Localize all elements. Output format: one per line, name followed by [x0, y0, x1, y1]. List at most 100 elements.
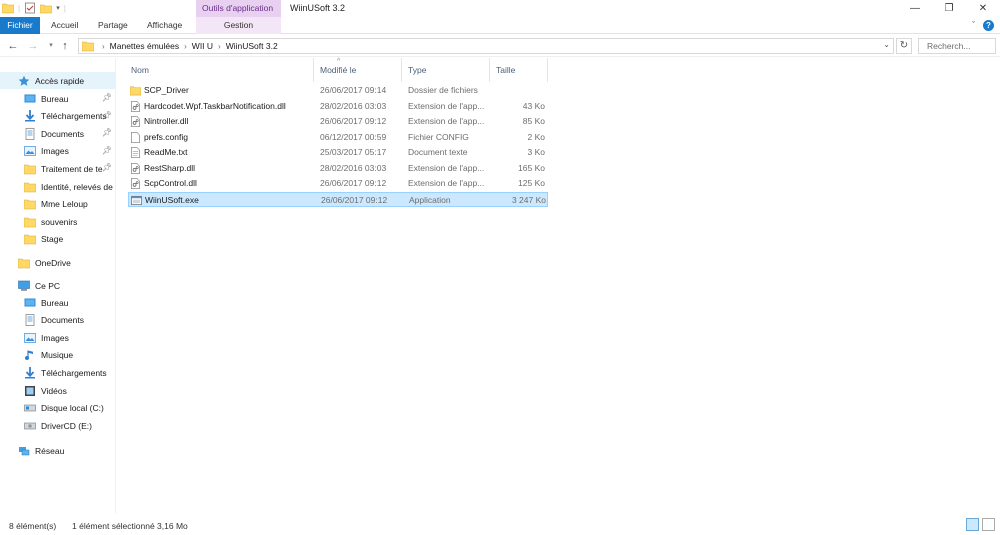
- sidebar-item-label: Identité, relevés de: [41, 181, 113, 192]
- address-dropdown-icon[interactable]: ⌄: [883, 40, 890, 49]
- table-row[interactable]: RestSharp.dll 28/02/2016 03:03 Extension d…: [128, 161, 548, 176]
- pin-icon[interactable]: 📌︎: [102, 111, 112, 120]
- column-header-size[interactable]: Taille: [490, 58, 548, 82]
- file-type: Extension de l'app...: [408, 178, 485, 188]
- breadcrumb-item[interactable]: WII U: [192, 41, 213, 51]
- file-size: 3 Ko: [527, 147, 546, 157]
- sidebar-item-quick-4[interactable]: Images 📌︎: [0, 143, 116, 160]
- file-type: Extension de l'app...: [408, 162, 485, 173]
- pin-icon[interactable]: 📌︎: [102, 163, 112, 172]
- sidebar-item-pc-7[interactable]: Disque local (C:): [0, 400, 116, 417]
- network-icon: [19, 446, 30, 455]
- properties-icon[interactable]: [24, 2, 36, 14]
- breadcrumb-separator: ›: [218, 41, 221, 51]
- refresh-icon[interactable]: ↻: [896, 38, 912, 54]
- sidebar-item-pc-3[interactable]: Images: [0, 329, 116, 346]
- star-icon: [18, 75, 30, 86]
- sidebar-item-pc-1[interactable]: Bureau: [0, 294, 116, 311]
- large-icons-view-icon[interactable]: [982, 518, 995, 531]
- minimize-button[interactable]: —: [898, 0, 932, 17]
- sidebar-item-quick-9[interactable]: Stage: [0, 231, 116, 248]
- tab-gestion[interactable]: Gestion: [196, 17, 281, 34]
- sidebar-item-quick-1[interactable]: Bureau 📌︎: [0, 90, 116, 107]
- dll-icon: [131, 100, 140, 112]
- search-input[interactable]: Recherch...: [918, 38, 996, 54]
- file-modified: 26/06/2017 09:12: [320, 178, 387, 188]
- forward-arrow-icon[interactable]: →: [26, 39, 40, 53]
- folder-icon: [18, 258, 30, 268]
- address-bar[interactable]: › Manettes émulées › WII U › WiinUSoft 3…: [78, 38, 894, 54]
- file-type: Dossier de fichiers: [408, 85, 478, 95]
- images-icon: [24, 146, 36, 157]
- file-modified: 26/06/2017 09:12: [321, 194, 388, 205]
- file-type: Extension de l'app...: [408, 116, 485, 126]
- breadcrumb-item[interactable]: WiinUSoft 3.2: [226, 41, 278, 51]
- tab-affichage[interactable]: Affichage: [147, 17, 182, 34]
- file-modified: 28/02/2016 03:03: [320, 162, 387, 173]
- maximize-button[interactable]: ❐: [932, 0, 966, 17]
- tab-partage[interactable]: Partage: [98, 17, 128, 34]
- table-row[interactable]: ReadMe.txt 25/03/2017 05:17 Document texte…: [128, 145, 548, 160]
- recent-locations-chevron-icon[interactable]: ▾: [44, 39, 58, 53]
- sidebar-item-pc-6[interactable]: Vidéos: [0, 382, 116, 399]
- back-arrow-icon[interactable]: ←: [6, 39, 20, 53]
- up-arrow-icon[interactable]: ↑: [58, 39, 72, 53]
- file-size: 2 Ko: [527, 131, 546, 142]
- column-header-modified[interactable]: Modifié le: [314, 58, 402, 82]
- tab-accueil[interactable]: Accueil: [51, 17, 78, 34]
- file-modified: 28/02/2016 03:03: [320, 100, 387, 111]
- folder-icon: [82, 41, 94, 51]
- sidebar-item-label: Musique: [41, 350, 74, 361]
- file-name: RestSharp.dll: [144, 162, 196, 173]
- sidebar-item-network[interactable]: Réseau: [0, 442, 116, 459]
- table-row[interactable]: prefs.config 06/12/2017 00:59 Fichier CONF…: [128, 130, 548, 145]
- pin-icon[interactable]: 📌︎: [102, 146, 112, 155]
- sidebar-item-label: OneDrive: [35, 257, 71, 268]
- sidebar-item-quick-8[interactable]: souvenirs: [0, 213, 116, 230]
- sidebar-item-quick-2[interactable]: Téléchargements 📌︎: [0, 108, 116, 125]
- column-header-name[interactable]: Nom: [125, 58, 314, 82]
- cd-drive-icon: [24, 422, 36, 429]
- table-row[interactable]: ScpControl.dll 26/06/2017 09:12 Extension …: [128, 176, 548, 191]
- details-view-icon[interactable]: [966, 518, 979, 531]
- sidebar-item-quick-3[interactable]: Documents 📌︎: [0, 125, 116, 142]
- breadcrumb-item[interactable]: Manettes émulées: [110, 41, 179, 51]
- images-icon: [24, 332, 36, 343]
- sidebar-item-label: Mme Leloup: [41, 199, 88, 210]
- folder-icon: [24, 234, 36, 245]
- table-row[interactable]: WiinUSoft.exe 26/06/2017 09:12 Application…: [128, 191, 548, 207]
- file-name: Hardcodet.Wpf.TaskbarNotification.dll: [144, 100, 286, 111]
- separator: |: [63, 3, 66, 13]
- file-name: Nintroller.dll: [144, 116, 189, 126]
- sidebar-item-this-pc[interactable]: Ce PC: [0, 277, 116, 294]
- close-button[interactable]: ✕: [966, 0, 1000, 17]
- sidebar-item-pc-8[interactable]: DriverCD (E:): [0, 417, 116, 434]
- column-header-type[interactable]: Type: [402, 58, 490, 82]
- pin-icon[interactable]: 📌︎: [102, 128, 112, 137]
- file-name: WiinUSoft.exe: [145, 194, 199, 205]
- file-type: Fichier CONFIG: [408, 131, 469, 142]
- help-icon[interactable]: ?: [983, 20, 994, 31]
- sidebar-item-quick-5[interactable]: Traitement de te 📌︎: [0, 160, 116, 177]
- sidebar-item-quick-access[interactable]: Accès rapide: [0, 72, 116, 89]
- dll-icon: [131, 162, 140, 174]
- sidebar-item-label: Disque local (C:): [41, 403, 104, 414]
- pin-icon[interactable]: 📌︎: [102, 93, 112, 102]
- expand-ribbon-icon[interactable]: ˇ: [972, 20, 975, 31]
- tab-fichier[interactable]: Fichier: [0, 17, 40, 34]
- file-icon: [131, 131, 140, 143]
- sidebar-item-pc-2[interactable]: Documents: [0, 312, 116, 329]
- table-row[interactable]: Nintroller.dll 26/06/2017 09:12 Extension …: [128, 114, 548, 129]
- table-row[interactable]: SCP_Driver 26/06/2017 09:14 Dossier de fic…: [128, 83, 548, 98]
- sidebar-item-label: DriverCD (E:): [41, 420, 92, 431]
- file-name: ReadMe.txt: [144, 147, 188, 157]
- table-row[interactable]: Hardcodet.Wpf.TaskbarNotification.dll 28/…: [128, 99, 548, 114]
- sidebar-item-quick-7[interactable]: Mme Leloup: [0, 196, 116, 213]
- sidebar-item-quick-6[interactable]: Identité, relevés de: [0, 178, 116, 195]
- new-folder-icon[interactable]: [40, 2, 53, 14]
- sidebar-item-pc-4[interactable]: Musique: [0, 347, 116, 364]
- sidebar-item-pc-5[interactable]: Téléchargements: [0, 364, 116, 381]
- customize-qat-icon[interactable]: ▾: [56, 4, 60, 12]
- sidebar-item-onedrive[interactable]: OneDrive: [0, 254, 116, 271]
- file-name: prefs.config: [144, 131, 188, 142]
